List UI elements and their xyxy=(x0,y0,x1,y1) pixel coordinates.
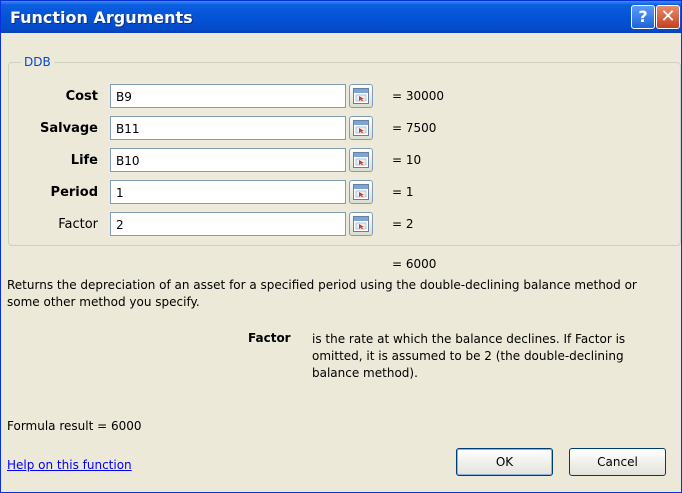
range-select-icon xyxy=(353,216,369,232)
help-on-function-link[interactable]: Help on this function xyxy=(7,458,132,472)
function-description: Returns the depreciation of an asset for… xyxy=(7,278,637,309)
argument-row-period: Period 1 = 1 xyxy=(0,180,682,206)
collapse-dialog-button[interactable] xyxy=(349,212,373,236)
cost-input[interactable]: B9 xyxy=(110,84,346,108)
argument-result: = 30000 xyxy=(392,89,445,103)
argument-result: = 10 xyxy=(392,153,422,167)
help-button[interactable]: ? xyxy=(631,5,655,29)
close-icon: ✕ xyxy=(660,6,676,27)
argument-label: Life xyxy=(70,153,98,168)
salvage-input[interactable]: B11 xyxy=(110,116,346,140)
function-name-label: DDB xyxy=(21,55,54,69)
question-icon: ? xyxy=(638,7,648,26)
formula-result: Formula result = 6000 xyxy=(7,419,142,433)
range-select-icon xyxy=(353,120,369,136)
collapse-dialog-button[interactable] xyxy=(349,116,373,140)
argument-label: Salvage xyxy=(40,121,98,136)
argument-result: = 7500 xyxy=(392,121,437,135)
function-result: = 6000 xyxy=(392,257,437,271)
period-input[interactable]: 1 xyxy=(110,180,346,204)
argument-help-name: Factor xyxy=(248,331,291,345)
collapse-dialog-button[interactable] xyxy=(349,180,373,204)
argument-label: Factor xyxy=(58,217,98,232)
range-select-icon xyxy=(353,184,369,200)
close-button[interactable]: ✕ xyxy=(656,5,680,29)
collapse-dialog-button[interactable] xyxy=(349,84,373,108)
argument-row-life: Life B10 = 10 xyxy=(0,148,682,174)
argument-row-salvage: Salvage B11 = 7500 xyxy=(0,116,682,142)
argument-help-text: is the rate at which the balance decline… xyxy=(312,332,626,380)
argument-row-cost: Cost B9 = 30000 xyxy=(0,84,682,110)
dialog-title: Function Arguments xyxy=(10,8,193,27)
factor-input[interactable]: 2 xyxy=(110,212,346,236)
collapse-dialog-button[interactable] xyxy=(349,148,373,172)
argument-label: Period xyxy=(50,185,98,200)
argument-result: = 1 xyxy=(392,185,414,199)
argument-label: Cost xyxy=(65,89,98,104)
ok-button[interactable]: OK xyxy=(456,448,553,476)
title-bar[interactable]: Function Arguments ? ✕ xyxy=(1,1,681,33)
life-input[interactable]: B10 xyxy=(110,148,346,172)
argument-row-factor: Factor 2 = 2 xyxy=(0,212,682,238)
argument-result: = 2 xyxy=(392,217,414,231)
cancel-button[interactable]: Cancel xyxy=(569,448,666,476)
range-select-icon xyxy=(353,88,369,104)
range-select-icon xyxy=(353,152,369,168)
